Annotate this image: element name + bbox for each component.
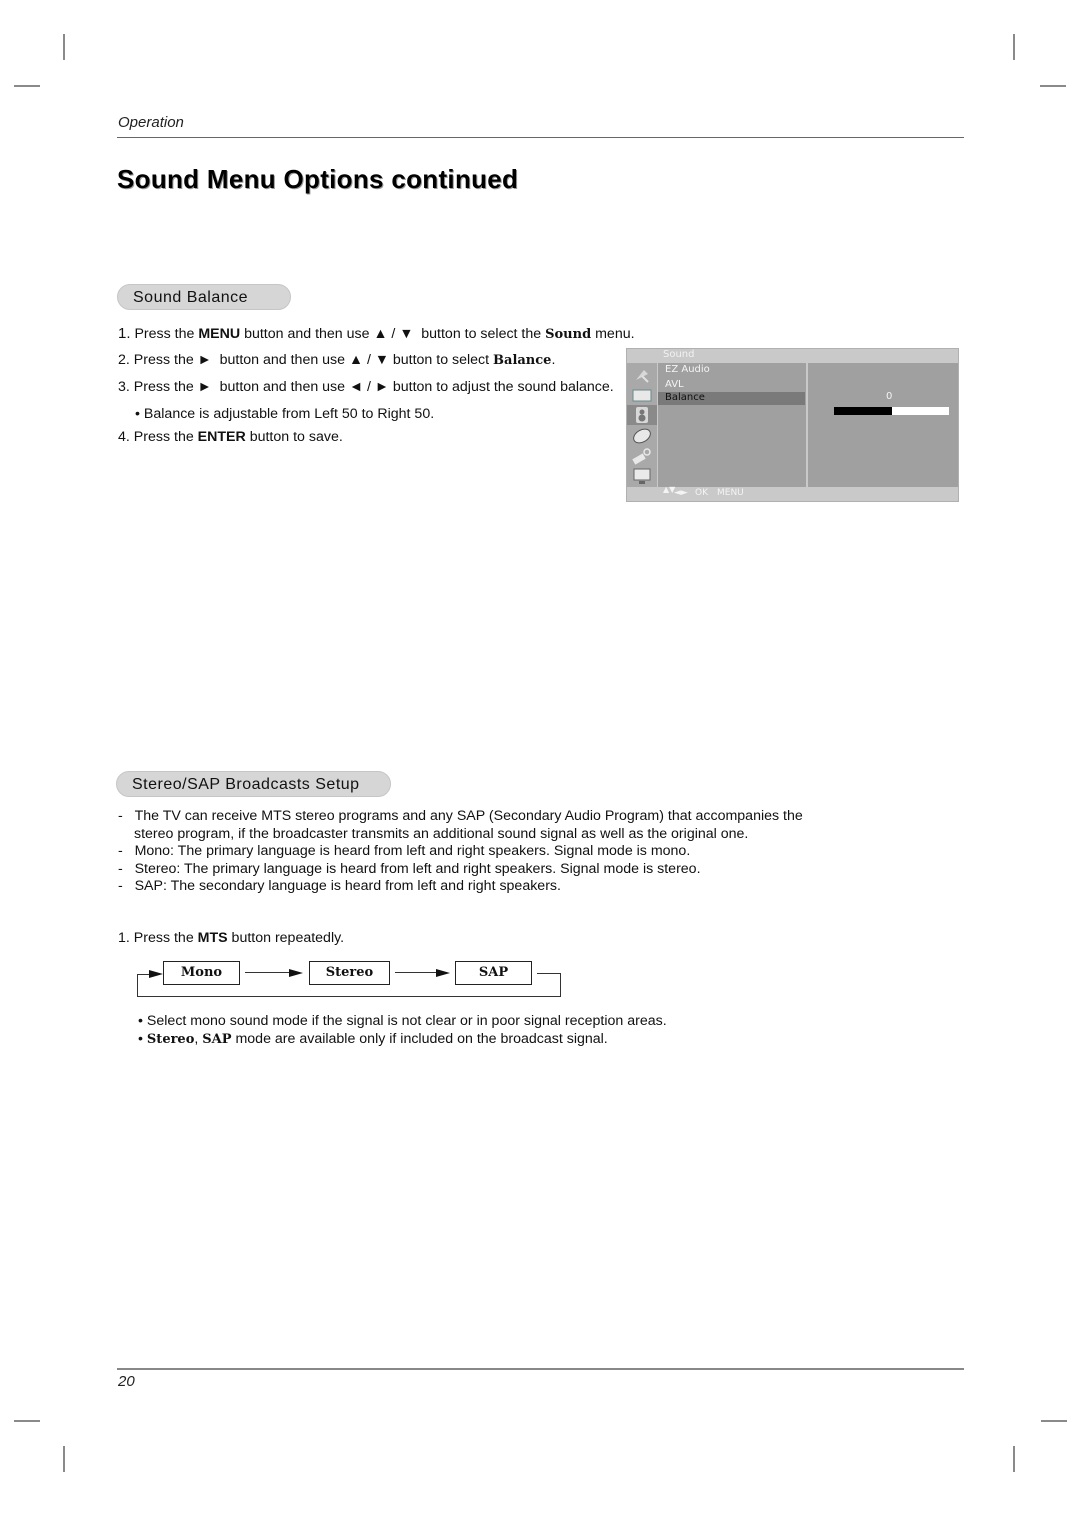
osd-icon-column	[627, 363, 657, 487]
up-down-arrows-icon: ▲ / ▼	[373, 326, 414, 342]
description-line: - Mono: The primary language is heard fr…	[118, 843, 691, 859]
up-down-arrows-icon: ▲ / ▼	[349, 352, 389, 368]
crop-mark	[1013, 34, 1015, 60]
crop-mark	[1013, 1446, 1015, 1472]
crop-mark	[63, 34, 65, 60]
description-line: - The TV can receive MTS stereo programs…	[118, 808, 803, 824]
loop-line	[537, 973, 561, 974]
crop-mark	[63, 1446, 65, 1472]
arrow-line	[395, 972, 437, 973]
osd-item-ez-audio: EZ Audio	[665, 364, 710, 375]
description-line: - SAP: The secondary language is heard f…	[118, 878, 561, 894]
stereo-sap-heading: Stereo/SAP Broadcasts Setup	[116, 771, 391, 797]
left-right-arrows-icon: ◄ / ►	[349, 379, 389, 395]
arrow-head	[149, 970, 163, 978]
right-arrow-icon: ►	[197, 379, 212, 395]
menu-label: MENU	[717, 488, 744, 498]
mode-stereo: Stereo	[309, 961, 390, 985]
footer-rule	[117, 1368, 964, 1370]
section-label: Operation	[118, 114, 184, 131]
clock-icon	[630, 427, 654, 445]
sound-balance-heading: Sound Balance	[117, 284, 291, 310]
balance-slider-fill	[834, 407, 892, 415]
mode-sap: SAP	[455, 961, 532, 985]
crop-mark	[1040, 85, 1066, 87]
left-right-icon: ◄►	[674, 488, 688, 498]
tv-osd-sound-menu: Sound EZ Audio AVL Balance 0 ▲▼ ◄► OK ME…	[626, 348, 959, 502]
step-4: 4. Press the ENTER button to save.	[118, 429, 343, 445]
mts-step: 1. Press the MTS button repeatedly.	[118, 930, 345, 946]
note-stereo-sap: • Stereo, SAP mode are available only if…	[138, 1031, 608, 1047]
ok-label: OK	[695, 488, 708, 498]
osd-title: Sound	[663, 349, 695, 360]
up-down-icon: ▲▼	[663, 485, 676, 494]
description-line: stereo program, if the broadcaster trans…	[134, 826, 749, 842]
step-note: • Balance is adjustable from Left 50 to …	[135, 406, 435, 422]
crop-mark	[14, 85, 40, 87]
step-2: 2. Press the ► button and then use ▲ / ▼…	[118, 352, 556, 368]
balance-value: 0	[886, 391, 893, 402]
mode-mono: Mono	[163, 961, 240, 985]
osd-footer: ▲▼ ◄► OK MENU	[627, 485, 958, 501]
loop-line	[137, 996, 561, 997]
satellite-dish-icon	[630, 366, 654, 384]
page-number: 20	[118, 1373, 135, 1390]
right-arrow-icon: ►	[197, 352, 212, 368]
header-rule	[117, 137, 964, 138]
picture-icon	[630, 386, 654, 404]
loop-line	[560, 973, 561, 996]
arrow-head	[436, 969, 450, 977]
crop-mark	[1041, 1420, 1067, 1422]
osd-item-avl: AVL	[665, 379, 684, 390]
crop-mark	[14, 1420, 40, 1422]
arrow-head	[289, 969, 303, 977]
loop-line	[137, 974, 138, 997]
step-1: 1. Press the MENU button and then use ▲ …	[118, 325, 635, 342]
osd-menu-list: EZ Audio AVL Balance	[658, 363, 806, 487]
key-lock-icon	[630, 447, 654, 465]
step-3: 3. Press the ► button and then use ◄ / ►…	[118, 379, 614, 395]
pc-monitor-icon	[630, 467, 654, 485]
description-line: - Stereo: The primary language is heard …	[118, 861, 701, 877]
arrow-line	[245, 972, 291, 973]
osd-item-balance-selected: Balance	[658, 392, 805, 405]
page-title: Sound Menu Options continued	[117, 164, 519, 194]
speaker-icon	[627, 405, 657, 425]
osd-balance-panel: 0	[808, 363, 958, 487]
note-mono: • Select mono sound mode if the signal i…	[138, 1013, 667, 1029]
balance-slider	[834, 407, 949, 415]
